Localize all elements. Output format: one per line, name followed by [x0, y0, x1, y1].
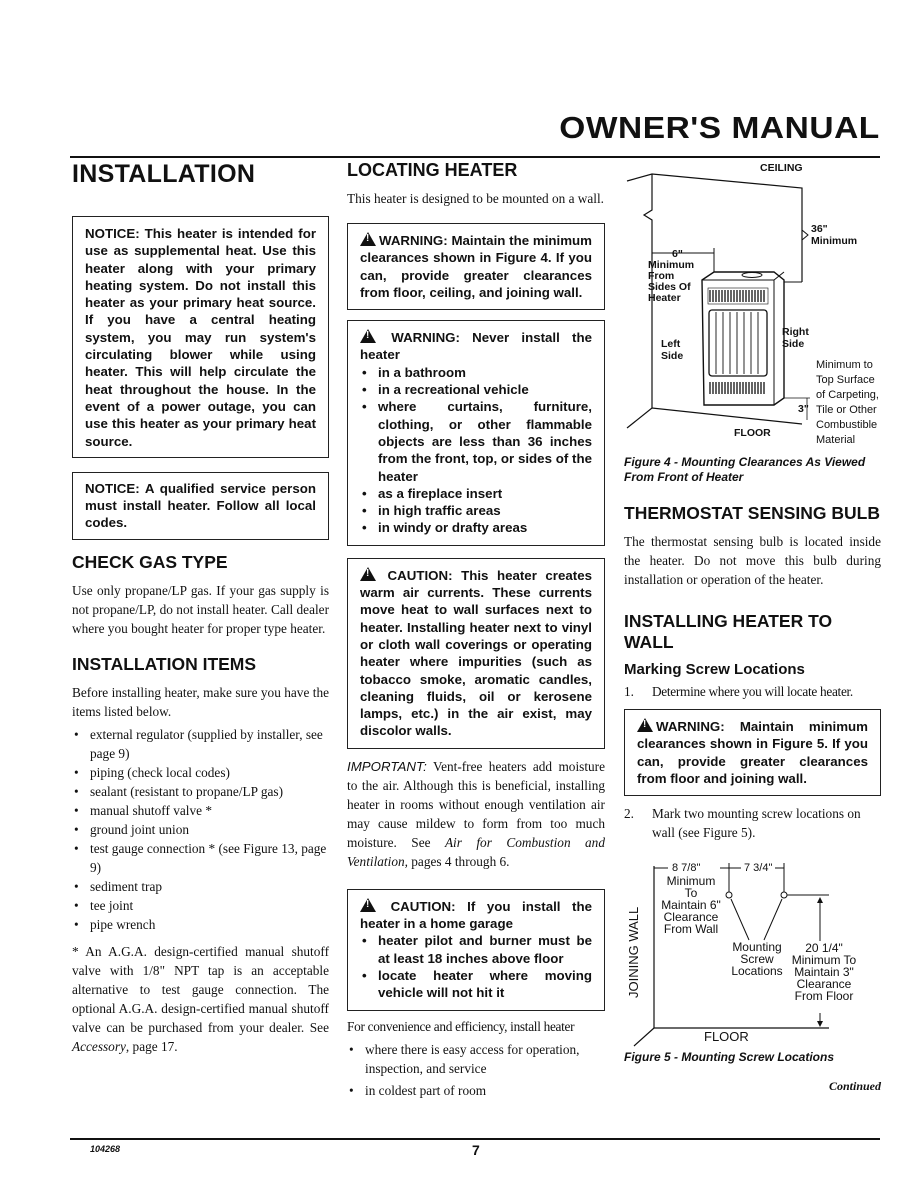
screw-location-marker — [780, 891, 788, 899]
figure-5-caption: Figure 5 - Mounting Screw Locations — [624, 1050, 835, 1065]
warning-minimum-clearances: WARNING: Maintain the minimum clearances… — [347, 223, 605, 311]
installing-heater-heading: INSTALLING HEATER TO WALL — [624, 611, 833, 652]
marking-screw-subheading: Marking Screw Locations — [624, 661, 805, 678]
figure-5-mounting-screw-locations: 8 7/8" 7 3/4" Minimum To Maintain 6" Cle… — [626, 861, 857, 1047]
document-number: 104268 — [90, 1144, 121, 1154]
list-item: in coldest part of room — [347, 1081, 605, 1100]
floor-note: Combustible — [816, 419, 877, 431]
installation-items-list: external regulator (supplied by installe… — [72, 725, 329, 934]
header-rule — [70, 156, 880, 158]
warning-never-install: WARNING: Never install the heater in a b… — [347, 320, 605, 546]
top-clearance-value: 36" — [811, 223, 828, 235]
floor-clearance-note: From Floor — [795, 989, 854, 1003]
step-1: 1. Determine where you will locate heater… — [624, 684, 853, 699]
notice-qualified-service: NOTICE: A qualified service person must … — [72, 471, 329, 540]
screw-offset-dimension: 8 7/8" — [672, 862, 700, 874]
ceiling-label: CEILING — [760, 162, 803, 174]
important-label: IMPORTANT: — [347, 758, 427, 774]
list-item: locate heater where moving vehicle will … — [360, 967, 592, 1002]
continued-label: Continued — [828, 1079, 881, 1094]
floor-note: Top Surface — [816, 374, 875, 386]
joining-wall-label: JOINING WALL — [626, 907, 641, 998]
screw-spacing-dimension: 7 3/4" — [744, 862, 772, 874]
screw-location-marker — [725, 891, 733, 899]
list-item: where there is easy access for operation… — [347, 1040, 605, 1078]
left-side-label: Left — [661, 338, 681, 350]
list-item: manual shutoff valve * — [72, 801, 329, 820]
floor-note: Tile or Other — [816, 404, 877, 416]
screw-locations-note: Locations — [731, 964, 782, 978]
warning-figure-5-clearances: WARNING: Maintain minimum clearances sho… — [624, 709, 881, 797]
convenience-list: where there is easy access for operation… — [347, 1040, 605, 1100]
check-gas-body: Use only propane/LP gas. If your gas sup… — [72, 582, 329, 636]
floor-label: FLOOR — [704, 1029, 749, 1044]
left-side-label: Side — [661, 350, 683, 362]
column-2: LOCATING HEATER This heater is designed … — [347, 160, 605, 1100]
list-item: piping (check local codes) — [72, 763, 329, 782]
list-item: ground joint union — [72, 820, 329, 839]
floor-clearance-value: 3" — [798, 403, 809, 415]
warning-triangle-icon — [637, 718, 653, 732]
check-gas-heading: CHECK GAS TYPE — [72, 551, 228, 572]
top-clearance-label: Minimum — [811, 235, 857, 247]
floor-label: FLOOR — [734, 427, 771, 439]
locating-heater-intro: This heater is designed to be mounted on… — [347, 191, 605, 206]
caution-home-garage: CAUTION: If you install the heater in a … — [347, 888, 605, 1011]
page-number: 7 — [472, 1142, 480, 1158]
locating-heater-heading: LOCATING HEATER — [347, 160, 518, 180]
list-item: as a fireplace insert — [360, 485, 592, 503]
floor-note: Material — [816, 434, 855, 446]
floor-note: of Carpeting, — [816, 389, 879, 401]
list-item: sealant (resistant to propane/LP gas) — [72, 782, 329, 801]
notice-supplemental-heat: NOTICE: This heater is intended for use … — [72, 216, 329, 458]
list-item: where curtains, furniture, clothing, or … — [360, 398, 592, 484]
figure-4-mounting-clearances: CEILING 36" Minimum 6" Minimum From Side… — [626, 162, 879, 446]
section-title: INSTALLATION — [72, 160, 256, 188]
list-item: tee joint — [72, 896, 329, 915]
installation-items-intro: Before installing heater, make sure you … — [72, 684, 329, 719]
accessory-reference: Accessory — [72, 1038, 126, 1054]
warning-triangle-icon — [360, 232, 376, 246]
list-item: in high traffic areas — [360, 502, 592, 520]
list-item: sediment trap — [72, 877, 329, 896]
right-side-label: Right — [782, 326, 809, 338]
caution-triangle-icon — [360, 566, 376, 581]
installation-items-heading: INSTALLATION ITEMS — [72, 653, 257, 674]
thermostat-body: The thermostat sensing bulb is located i… — [624, 534, 881, 587]
right-side-label: Side — [782, 338, 804, 350]
caution-warm-air-currents: CAUTION: This heater creates warm air cu… — [347, 557, 605, 749]
floor-note: Minimum to — [816, 359, 873, 371]
list-item: pipe wrench — [72, 915, 329, 934]
masthead-title: OWNER'S MANUAL — [559, 110, 880, 145]
footer-rule — [70, 1138, 880, 1140]
figure-4-caption: Figure 4 - Mounting Clearances As Viewed… — [624, 455, 866, 484]
side-clearance-label: Heater — [648, 292, 681, 304]
thermostat-heading: THERMOSTAT SENSING BULB — [624, 503, 881, 523]
step-2: 2. Mark two mounting screw locations on w… — [624, 806, 861, 841]
list-item: in windy or drafty areas — [360, 519, 592, 537]
convenience-intro: For convenience and efficiency, install … — [347, 1018, 575, 1034]
list-item: external regulator (supplied by installe… — [72, 725, 329, 763]
list-item: test gauge connection * (see Figure 13, … — [72, 839, 329, 877]
caution-triangle-icon — [360, 897, 376, 912]
shutoff-valve-footnote: * An A.G.A. design-certified manual shut… — [72, 943, 329, 1054]
list-item: in a recreational vehicle — [360, 381, 592, 399]
list-item: in a bathroom — [360, 364, 592, 382]
wall-clearance-note: From Wall — [664, 922, 718, 936]
warning-triangle-icon — [360, 329, 376, 344]
column-3: CEILING 36" Minimum 6" Minimum From Side… — [624, 160, 881, 1094]
column-1: INSTALLATION NOTICE: This heater is inte… — [72, 160, 329, 1056]
list-item: heater pilot and burner must be at least… — [360, 932, 592, 967]
important-moisture-note: IMPORTANT: Vent-free heaters add moistur… — [347, 758, 605, 869]
